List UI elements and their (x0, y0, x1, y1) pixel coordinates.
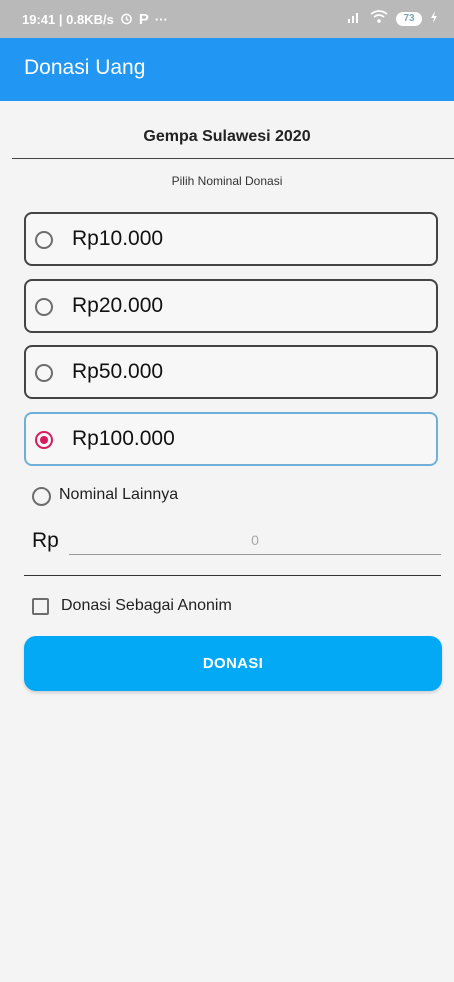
radio-button[interactable] (35, 298, 53, 316)
donation-subtitle: Pilih Nominal Donasi (171, 174, 283, 188)
option-label: Rp50.000 (72, 360, 164, 383)
charging-icon (430, 11, 438, 26)
radio-button[interactable] (35, 231, 53, 249)
campaign-title: Gempa Sulawesi 2020 (143, 128, 311, 145)
alarm-icon (120, 12, 133, 28)
donation-option-100000[interactable]: Rp100.000 (24, 412, 438, 466)
other-amount-radio[interactable] (32, 487, 51, 506)
radio-button[interactable] (35, 364, 53, 382)
option-label: Rp100.000 (72, 427, 175, 450)
donation-option-10000[interactable]: Rp10.000 (24, 212, 438, 266)
amount-input[interactable] (69, 526, 441, 555)
wifi-icon (370, 10, 388, 27)
more-icon: ··· (154, 12, 168, 27)
signal-icon (347, 11, 362, 26)
status-bar: 19:41 | 0.8KB/s P ··· 73 (0, 0, 454, 38)
anonymous-checkbox[interactable] (32, 598, 49, 615)
app-bar: Donasi Uang (0, 38, 454, 101)
divider (12, 158, 454, 159)
radio-button-selected[interactable] (35, 431, 53, 449)
donation-option-20000[interactable]: Rp20.000 (24, 279, 438, 333)
currency-label: Rp (32, 529, 59, 552)
other-amount-label[interactable]: Nominal Lainnya (59, 486, 178, 504)
status-time: 19:41 | 0.8KB/s (22, 12, 114, 27)
anonymous-label[interactable]: Donasi Sebagai Anonim (61, 597, 232, 615)
option-label: Rp20.000 (72, 294, 164, 317)
status-left: 19:41 | 0.8KB/s P ··· (22, 11, 168, 28)
page-title: Donasi Uang (24, 56, 146, 79)
p-icon: P (138, 11, 149, 28)
donate-button[interactable]: DONASI (24, 636, 442, 691)
donation-option-50000[interactable]: Rp50.000 (24, 345, 438, 399)
status-right: 73 (347, 10, 438, 27)
battery-icon: 73 (396, 11, 422, 26)
option-label: Rp10.000 (72, 227, 164, 250)
divider (24, 575, 441, 576)
